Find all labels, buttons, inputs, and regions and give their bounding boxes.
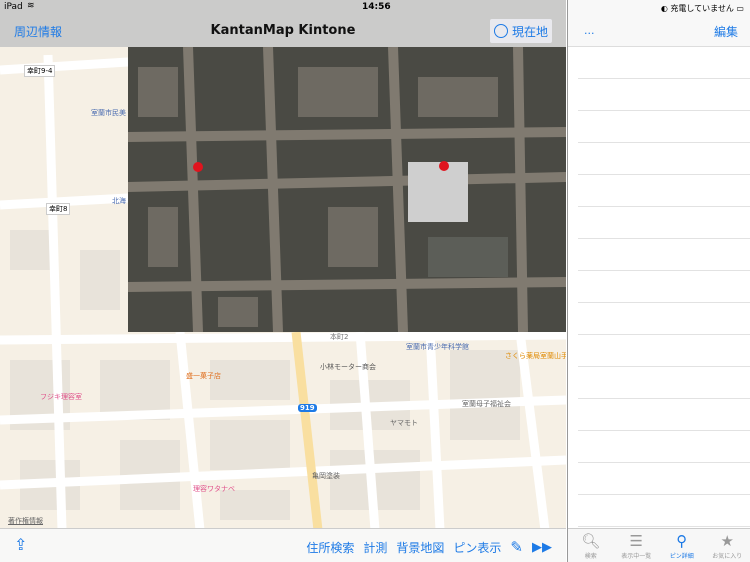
list-row[interactable] (578, 399, 750, 431)
battery-status: ◐ 充電していません ▭ (660, 4, 744, 13)
page-title: KantanMap Kintone (210, 23, 356, 38)
poi-label[interactable]: 室蘭母子福祉会 (462, 399, 511, 409)
poi-label[interactable]: ヤマモト (390, 418, 418, 428)
wifi-icon: ≋ (27, 1, 35, 11)
search-icon: 🔍︎ (581, 532, 601, 550)
poi-label[interactable]: さくら薬局室蘭山手 (505, 351, 566, 361)
list-row[interactable] (578, 47, 750, 79)
address-search-button[interactable]: 住所検索 (306, 539, 354, 556)
side-nav-bar: ◐ 充電していません ▭ ... 編集 (568, 0, 750, 47)
poi-label[interactable]: 室蘭市青少年科学館 (406, 342, 469, 352)
tab-label: ピン詳細 (669, 553, 694, 560)
pin-list[interactable] (578, 47, 750, 527)
poi-label[interactable]: フジキ理容室 (40, 392, 82, 402)
list-row[interactable] (578, 207, 750, 239)
side-panel: ◐ 充電していません ▭ ... 編集 🔍︎ 検索 ☰ 表示中一覧 ⚲ ピン詳細 ★ お… (567, 0, 750, 562)
list-row[interactable] (578, 303, 750, 335)
background-map-button[interactable]: 背景地図 (396, 539, 444, 556)
tab-visible-list[interactable]: ☰ 表示中一覧 (614, 529, 660, 562)
measure-button[interactable]: 計測 (363, 539, 387, 556)
current-location-label: 現在地 (511, 24, 548, 39)
list-row[interactable] (578, 495, 750, 527)
tab-label: 表示中一覧 (621, 553, 652, 560)
poi-label[interactable]: 室蘭市民美 (91, 108, 126, 118)
list-row[interactable] (578, 367, 750, 399)
device-label: iPad (4, 2, 23, 12)
edit-button[interactable]: 編集 (714, 23, 738, 40)
star-icon: ★ (720, 532, 734, 550)
aerial-overlay[interactable] (128, 47, 566, 332)
map-pane[interactable]: 幸町9-4 幸町8 室蘭市民美 北海 室蘭市青少年科学館 小林モーター商会 さく… (0, 0, 566, 562)
poi-label: 北海 (112, 197, 126, 205)
list-row[interactable] (578, 239, 750, 271)
route-shield: 919 (298, 404, 317, 412)
poi-label[interactable]: 小林モーター商会 (320, 362, 376, 372)
tab-search[interactable]: 🔍︎ 検索 (568, 529, 614, 562)
list-row[interactable] (578, 175, 750, 207)
tab-pin-detail[interactable]: ⚲ ピン詳細 (659, 529, 705, 562)
list-row[interactable] (578, 271, 750, 303)
charging-label: 充電していません (670, 4, 734, 13)
list-row[interactable] (578, 143, 750, 175)
legal-link[interactable]: 著作権情報 (8, 516, 43, 526)
notepad-icon: ☰ (629, 532, 643, 550)
list-row[interactable] (578, 431, 750, 463)
status-bar: iPad ≋ 14:56 (0, 0, 566, 16)
list-row[interactable] (578, 79, 750, 111)
tab-label: 検索 (584, 553, 597, 560)
poi-label[interactable]: 盛一菓子店 (186, 371, 221, 381)
pin-display-button[interactable]: ピン表示 (453, 539, 501, 556)
tab-favorites[interactable]: ★ お気に入り (705, 529, 750, 562)
map-pin[interactable] (193, 162, 203, 172)
share-icon[interactable]: ⇪ (14, 535, 27, 554)
tab-label: お気に入り (712, 553, 743, 560)
list-row[interactable] (578, 111, 750, 143)
bottom-toolbar: ⇪ 住所検索 計測 背景地図 ピン表示 ✎ ▶▶ (0, 528, 566, 562)
list-row[interactable] (578, 335, 750, 367)
list-row[interactable] (578, 463, 750, 495)
area-label: 本町2 (330, 333, 349, 341)
navigation-bar: iPad ≋ 14:56 周辺情報 KantanMap Kintone 現在地 (0, 0, 566, 47)
stop-label[interactable]: 幸町9-4 (24, 65, 56, 77)
map-pin[interactable] (439, 161, 449, 171)
stop-label[interactable]: 幸町8 (46, 203, 71, 215)
current-location-button[interactable]: 現在地 (490, 19, 552, 43)
fast-forward-icon[interactable]: ▶▶ (532, 540, 552, 555)
tab-bar: 🔍︎ 検索 ☰ 表示中一覧 ⚲ ピン詳細 ★ お気に入り (568, 528, 750, 562)
compose-icon[interactable]: ✎ (510, 538, 523, 556)
clock: 14:56 (362, 2, 391, 12)
more-button[interactable]: ... (584, 24, 595, 37)
poi-label[interactable]: 理容ワタナベ (193, 484, 235, 494)
pin-icon: ⚲ (676, 532, 688, 550)
poi-label[interactable]: 亀岡塗装 (312, 471, 340, 481)
crosshair-icon (493, 24, 508, 38)
